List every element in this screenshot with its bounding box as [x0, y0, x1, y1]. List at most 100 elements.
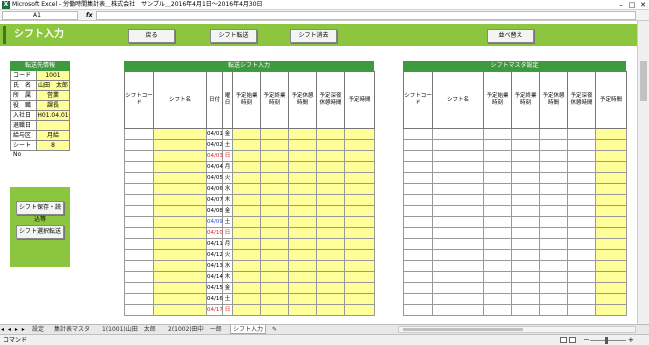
table-cell[interactable] [124, 128, 154, 140]
employee-field-value[interactable]: 月給 [37, 131, 69, 140]
table-cell[interactable] [316, 238, 345, 250]
table-cell[interactable] [153, 205, 207, 217]
table-cell[interactable] [595, 150, 627, 162]
sheet-tab[interactable]: 設定 [30, 325, 46, 334]
table-cell[interactable] [316, 216, 345, 228]
table-cell[interactable] [316, 161, 345, 173]
table-cell[interactable] [288, 238, 317, 250]
table-cell[interactable] [260, 150, 289, 162]
table-cell[interactable] [403, 161, 433, 173]
table-cell[interactable] [539, 304, 568, 316]
table-cell[interactable] [260, 161, 289, 173]
table-cell[interactable] [316, 172, 345, 184]
table-cell[interactable] [595, 194, 627, 206]
zoom-slider-knob[interactable] [605, 337, 608, 344]
table-cell[interactable] [595, 161, 627, 173]
table-cell[interactable] [316, 139, 345, 151]
table-cell[interactable] [316, 205, 345, 217]
table-cell[interactable] [511, 205, 540, 217]
table-cell[interactable] [403, 183, 433, 195]
table-cell[interactable] [595, 128, 627, 140]
table-cell[interactable] [344, 304, 375, 316]
table-cell[interactable] [124, 238, 154, 250]
table-cell[interactable] [316, 183, 345, 195]
table-cell[interactable] [483, 260, 512, 272]
table-cell[interactable] [511, 304, 540, 316]
table-cell[interactable] [403, 139, 433, 151]
table-cell[interactable] [432, 282, 484, 294]
table-cell[interactable] [432, 260, 484, 272]
table-cell[interactable] [432, 139, 484, 151]
table-cell[interactable] [124, 205, 154, 217]
table-cell[interactable] [403, 282, 433, 294]
table-cell[interactable] [288, 249, 317, 261]
back-button[interactable]: 戻る [128, 29, 175, 43]
table-cell[interactable] [483, 128, 512, 140]
table-cell[interactable] [403, 293, 433, 305]
table-cell[interactable] [344, 249, 375, 261]
table-cell[interactable] [344, 293, 375, 305]
table-cell[interactable] [260, 304, 289, 316]
table-cell[interactable] [153, 150, 207, 162]
table-cell[interactable] [511, 227, 540, 239]
table-cell[interactable] [344, 194, 375, 206]
table-cell[interactable] [344, 128, 375, 140]
shift-clear-button[interactable]: シフト消去 [290, 29, 337, 43]
table-cell[interactable] [511, 139, 540, 151]
table-cell[interactable] [403, 172, 433, 184]
table-cell[interactable] [511, 271, 540, 283]
table-cell[interactable] [403, 150, 433, 162]
table-cell[interactable] [483, 172, 512, 184]
table-cell[interactable] [288, 282, 317, 294]
fx-icon[interactable]: fx [86, 11, 92, 20]
table-cell[interactable] [432, 194, 484, 206]
table-cell[interactable] [567, 282, 596, 294]
table-cell[interactable] [483, 271, 512, 283]
table-cell[interactable] [483, 216, 512, 228]
sheet-tab[interactable]: 1(1001)山田 太郎 [100, 325, 158, 334]
table-cell[interactable] [432, 238, 484, 250]
page-layout-view-icon[interactable] [569, 337, 576, 343]
table-cell[interactable] [124, 172, 154, 184]
table-cell[interactable] [511, 216, 540, 228]
table-cell[interactable] [595, 304, 627, 316]
shift-transfer-button[interactable]: シフト転送 [210, 29, 257, 43]
vertical-scroll-thumb[interactable] [640, 61, 647, 101]
table-cell[interactable] [539, 139, 568, 151]
table-cell[interactable] [432, 205, 484, 217]
table-cell[interactable] [288, 216, 317, 228]
table-cell[interactable] [595, 183, 627, 195]
table-cell[interactable] [595, 216, 627, 228]
table-cell[interactable] [344, 282, 375, 294]
table-cell[interactable] [288, 161, 317, 173]
table-cell[interactable] [232, 128, 261, 140]
table-cell[interactable] [432, 150, 484, 162]
table-cell[interactable] [153, 128, 207, 140]
table-cell[interactable] [567, 183, 596, 195]
table-cell[interactable] [403, 260, 433, 272]
table-cell[interactable] [153, 238, 207, 250]
table-cell[interactable] [511, 282, 540, 294]
table-cell[interactable] [595, 282, 627, 294]
table-cell[interactable] [260, 271, 289, 283]
zoom-out-button[interactable]: － [583, 336, 590, 345]
table-cell[interactable] [344, 161, 375, 173]
table-cell[interactable] [567, 216, 596, 228]
table-cell[interactable] [511, 172, 540, 184]
table-cell[interactable] [288, 260, 317, 272]
table-cell[interactable] [153, 172, 207, 184]
table-cell[interactable] [595, 293, 627, 305]
table-cell[interactable] [344, 172, 375, 184]
table-cell[interactable] [232, 271, 261, 283]
table-cell[interactable] [316, 227, 345, 239]
table-cell[interactable] [567, 194, 596, 206]
table-cell[interactable] [539, 271, 568, 283]
table-cell[interactable] [539, 293, 568, 305]
table-cell[interactable] [316, 271, 345, 283]
table-cell[interactable] [124, 183, 154, 195]
table-cell[interactable] [232, 161, 261, 173]
table-cell[interactable] [153, 293, 207, 305]
table-cell[interactable] [260, 205, 289, 217]
table-cell[interactable] [316, 293, 345, 305]
table-cell[interactable] [567, 150, 596, 162]
